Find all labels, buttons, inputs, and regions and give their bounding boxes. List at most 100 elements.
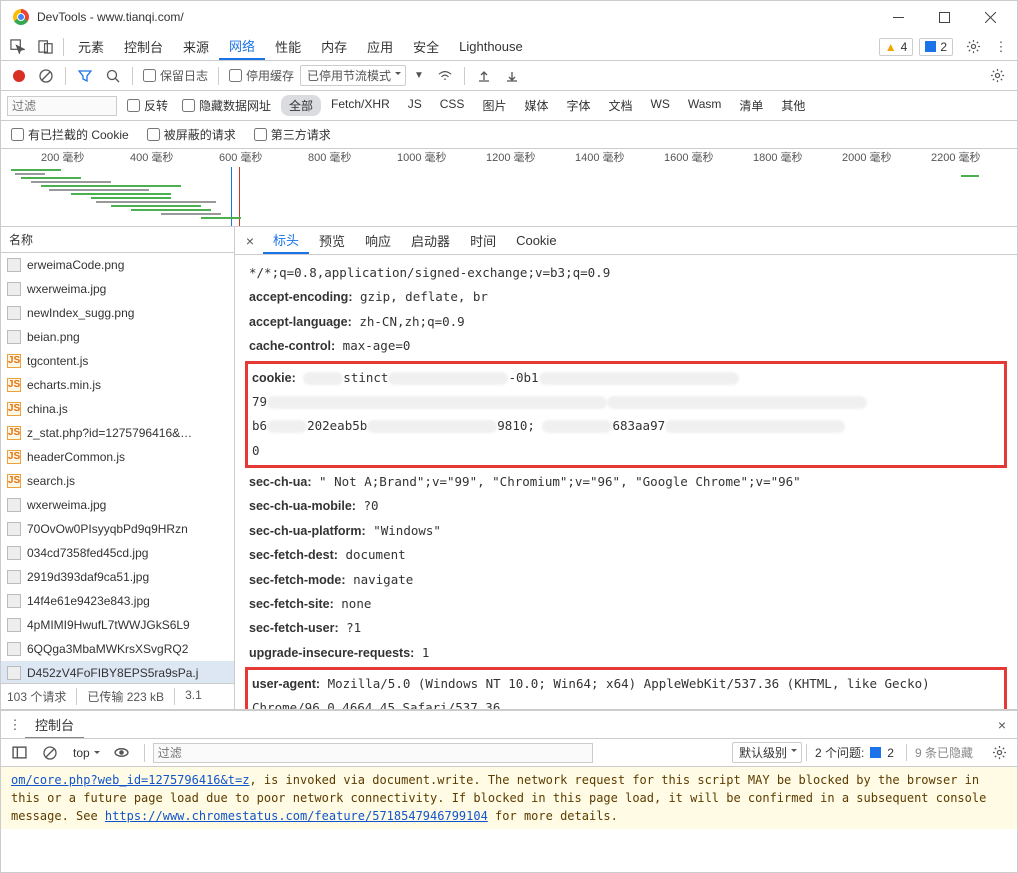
console-link-2[interactable]: https://www.chromestatus.com/feature/571… <box>105 809 488 823</box>
tab-安全[interactable]: 安全 <box>403 33 449 60</box>
search-icon[interactable] <box>100 69 126 83</box>
disable-cache-checkbox[interactable]: 停用缓存 <box>225 67 298 84</box>
upload-har-icon[interactable] <box>471 69 497 83</box>
third-party-checkbox[interactable]: 第三方请求 <box>250 126 335 143</box>
detail-tab-响应[interactable]: 响应 <box>355 227 401 254</box>
inspect-icon[interactable] <box>3 34 31 60</box>
tab-元素[interactable]: 元素 <box>68 33 114 60</box>
request-row[interactable]: JSchina.js <box>1 397 234 421</box>
blocked-requests-checkbox[interactable]: 被屏蔽的请求 <box>143 126 240 143</box>
type-pill-图片[interactable]: 图片 <box>474 95 514 116</box>
log-level-dropdown[interactable]: 默认级别 <box>732 742 802 763</box>
filter-input[interactable] <box>7 96 117 116</box>
type-pill-Fetch/XHR[interactable]: Fetch/XHR <box>323 95 398 116</box>
request-row[interactable]: D452zV4FoFIBY8EPS5ra9sPa.j <box>1 661 234 683</box>
request-count: 103 个请求 <box>7 688 77 705</box>
throttle-caret-icon[interactable]: ▼ <box>408 70 430 81</box>
blocked-cookies-checkbox[interactable]: 有已拦截的 Cookie <box>7 126 133 143</box>
type-pill-文档[interactable]: 文档 <box>600 95 640 116</box>
warnings-badge[interactable]: ▲4 <box>879 38 914 56</box>
context-dropdown[interactable]: top <box>67 745 104 761</box>
tab-应用[interactable]: 应用 <box>357 33 403 60</box>
js-file-icon: JS <box>7 474 21 488</box>
device-toggle-icon[interactable] <box>31 34 59 60</box>
info-badge[interactable]: 2 <box>919 38 953 56</box>
type-pill-CSS[interactable]: CSS <box>432 95 473 116</box>
close-detail-button[interactable]: × <box>239 233 261 249</box>
request-row[interactable]: JSecharts.min.js <box>1 373 234 397</box>
detail-tab-标头[interactable]: 标头 <box>263 227 309 254</box>
type-pill-其他[interactable]: 其他 <box>773 95 813 116</box>
window-close-button[interactable] <box>967 1 1013 33</box>
request-row[interactable]: 2919d393daf9ca51.jpg <box>1 565 234 589</box>
image-file-icon <box>7 306 21 320</box>
console-settings-gear-icon[interactable] <box>985 740 1013 766</box>
image-file-icon <box>7 546 21 560</box>
wifi-icon[interactable] <box>432 69 458 83</box>
record-button[interactable] <box>7 70 31 82</box>
request-row[interactable]: beian.png <box>1 325 234 349</box>
request-row[interactable]: JStgcontent.js <box>1 349 234 373</box>
console-link-1[interactable]: om/core.php?web_id=1275796416&t=z <box>11 773 249 787</box>
network-toolbar: 保留日志 停用缓存 已停用节流模式 ▼ <box>1 61 1017 91</box>
tab-网络[interactable]: 网络 <box>219 33 265 60</box>
request-row[interactable]: 4pMIMI9HwufL7tWWJGkS6L9 <box>1 613 234 637</box>
request-row[interactable]: 034cd7358fed45cd.jpg <box>1 541 234 565</box>
type-pill-Wasm[interactable]: Wasm <box>680 95 730 116</box>
image-file-icon <box>7 594 21 608</box>
drawer-tab-console[interactable]: 控制台 <box>25 711 84 738</box>
console-sidebar-icon[interactable] <box>5 740 33 766</box>
console-clear-button[interactable] <box>37 746 63 760</box>
throttling-dropdown[interactable]: 已停用节流模式 <box>300 65 406 86</box>
window-minimize-button[interactable] <box>875 1 921 33</box>
detail-tab-时间[interactable]: 时间 <box>460 227 506 254</box>
request-row[interactable]: wxerweima.jpg <box>1 493 234 517</box>
request-row[interactable]: 70OvOw0PIsyyqbPd9q9HRzn <box>1 517 234 541</box>
type-pill-媒体[interactable]: 媒体 <box>516 95 556 116</box>
request-row[interactable]: wxerweima.jpg <box>1 277 234 301</box>
download-har-icon[interactable] <box>499 69 525 83</box>
more-menu-icon[interactable]: ⋮ <box>987 34 1015 60</box>
console-filter-input[interactable] <box>153 743 593 763</box>
settings-gear-icon[interactable] <box>959 34 987 60</box>
name-column-header[interactable]: 名称 <box>1 227 234 253</box>
request-row[interactable]: newIndex_sugg.png <box>1 301 234 325</box>
type-pill-全部[interactable]: 全部 <box>281 95 321 116</box>
type-pill-WS[interactable]: WS <box>643 95 678 116</box>
detail-tab-预览[interactable]: 预览 <box>309 227 355 254</box>
issues-link[interactable]: 2 个问题: 2 <box>806 744 902 761</box>
detail-tab-启动器[interactable]: 启动器 <box>401 227 460 254</box>
invert-checkbox[interactable]: 反转 <box>123 97 172 114</box>
window-title: DevTools - www.tianqi.com/ <box>37 10 875 24</box>
detail-tab-Cookie[interactable]: Cookie <box>506 227 566 254</box>
request-row[interactable]: 14f4e61e9423e843.jpg <box>1 589 234 613</box>
image-file-icon <box>7 666 21 680</box>
hidden-count[interactable]: 9 条已隐藏 <box>906 744 981 761</box>
live-expression-icon[interactable] <box>108 740 136 766</box>
summary-bar: 103 个请求 已传输 223 kB 3.1 <box>1 683 234 709</box>
request-row[interactable]: erweimaCode.png <box>1 253 234 277</box>
tab-Lighthouse[interactable]: Lighthouse <box>449 33 533 60</box>
tab-性能[interactable]: 性能 <box>265 33 311 60</box>
window-maximize-button[interactable] <box>921 1 967 33</box>
request-row[interactable]: JSsearch.js <box>1 469 234 493</box>
filter-toggle-icon[interactable] <box>72 69 98 83</box>
request-list[interactable]: erweimaCode.pngwxerweima.jpgnewIndex_sug… <box>1 253 234 683</box>
request-row[interactable]: JSheaderCommon.js <box>1 445 234 469</box>
headers-view[interactable]: */*;q=0.8,application/signed-exchange;v=… <box>235 255 1017 709</box>
timeline-overview[interactable]: 200 毫秒400 毫秒600 毫秒800 毫秒1000 毫秒1200 毫秒14… <box>1 149 1017 227</box>
clear-button[interactable] <box>33 69 59 83</box>
request-row[interactable]: JSz_stat.php?id=1275796416&… <box>1 421 234 445</box>
tab-控制台[interactable]: 控制台 <box>114 33 173 60</box>
type-pill-清单[interactable]: 清单 <box>731 95 771 116</box>
tab-内存[interactable]: 内存 <box>311 33 357 60</box>
preserve-log-checkbox[interactable]: 保留日志 <box>139 67 212 84</box>
type-pill-字体[interactable]: 字体 <box>558 95 598 116</box>
request-row[interactable]: 6QQga3MbaMWKrsXSvgRQ2 <box>1 637 234 661</box>
drawer-menu-icon[interactable]: ⋮ <box>5 717 25 733</box>
network-settings-gear-icon[interactable] <box>983 63 1011 89</box>
type-pill-JS[interactable]: JS <box>400 95 430 116</box>
drawer-close-button[interactable]: × <box>991 717 1013 733</box>
hide-data-urls-checkbox[interactable]: 隐藏数据网址 <box>178 97 275 114</box>
tab-来源[interactable]: 来源 <box>173 33 219 60</box>
